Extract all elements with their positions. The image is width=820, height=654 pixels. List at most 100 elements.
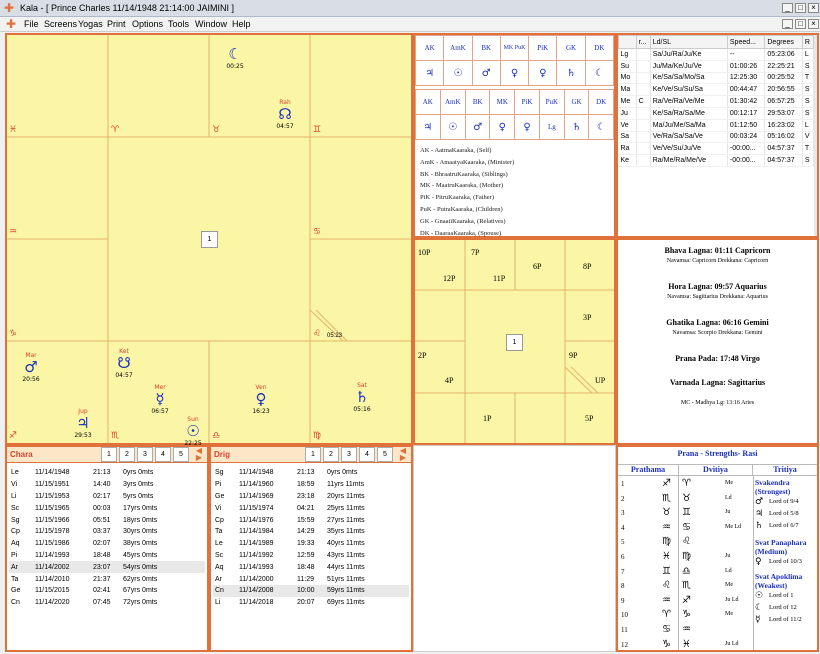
vertical-scrollbar[interactable] [814, 35, 817, 236]
list-item[interactable]: Aq 11/15/1986 02:07 38yrs 0mts [9, 538, 205, 550]
list-cell: 21:13 [297, 469, 315, 477]
list-item[interactable]: Ta 11/14/2010 21:37 62yrs 0mts [9, 573, 205, 585]
col-header[interactable]: Speed... [726, 35, 766, 49]
list-item[interactable]: Ar 11/14/2000 11:29 51yrs 11mts [213, 573, 409, 585]
table-row[interactable]: Ve Ma/Ju/Me/Sa/Ma 01:12:50 16:23:02 L [618, 119, 815, 132]
col-header[interactable]: Ld/SL [649, 35, 728, 49]
col-header[interactable] [618, 35, 637, 49]
list-item[interactable]: Sg 11/14/1948 21:13 0yrs 0mts [213, 467, 409, 479]
list-item[interactable]: Ar 11/14/2002 23:07 54yrs 0mts [9, 561, 205, 574]
list-cell: 11/14/1948 [239, 469, 274, 477]
house-chart[interactable]: 10P 7P 6P 8P 12P 11P 3P 2P 9P 4P UP 1P 5… [413, 238, 616, 445]
mars-planet[interactable]: Mar ♂ 20:56 [19, 351, 43, 384]
maximize-button[interactable]: □ [795, 3, 806, 13]
list-item[interactable]: Cn 11/14/2020 07:45 72yrs 0mts [9, 597, 205, 609]
menu-tools[interactable]: Tools [168, 19, 189, 29]
table-row[interactable]: Ma Ke/Ve/Su/Su/Sa 00:44:47 20:56:55 S [618, 83, 815, 97]
jupiter-planet[interactable]: Jup ♃ 29:53 [71, 407, 95, 440]
table-cell: Ju [618, 107, 637, 120]
list-item[interactable]: Le 11/14/1948 21:13 0yrs 0mts [9, 467, 205, 479]
list-item[interactable]: Le 11/14/1989 19:33 40yrs 11mts [213, 538, 409, 550]
list-item[interactable]: Cp 11/15/1978 03:37 30yrs 0mts [9, 526, 205, 538]
close-button[interactable]: × [808, 3, 819, 13]
list-cell: 11/14/2020 [35, 599, 70, 607]
list-item[interactable]: Pi 11/14/1960 18:59 11yrs 11mts [213, 479, 409, 491]
chart-center-box: 1 [201, 231, 218, 248]
ketu-planet[interactable]: Ket ☋ 04:57 [112, 347, 136, 380]
menu-screens[interactable]: Screens [44, 19, 77, 29]
menu-window[interactable]: Window [195, 19, 227, 29]
table-row[interactable]: Mo Ke/Sa/Sa/Mo/Sa 12:25:30 00:25:52 T [618, 72, 815, 85]
list-item[interactable]: Ge 11/15/2015 02:41 67yrs 0mts [9, 585, 205, 597]
list-item[interactable]: Ta 11/14/1984 14:29 35yrs 11mts [213, 526, 409, 538]
list-item[interactable]: Li 11/14/2018 20:07 69yrs 11mts [213, 597, 409, 609]
list-item[interactable]: Vi 11/15/1974 04:21 25yrs 11mts [213, 502, 409, 514]
sign-taurus: ♉ [212, 125, 221, 135]
chara-page-5[interactable]: 5 [173, 447, 189, 462]
moon-planet[interactable]: ☾ 00:25 [223, 47, 247, 71]
minimize-button[interactable]: _ [782, 3, 793, 13]
table-row[interactable]: Me C Ra/Ve/Ra/Ve/Me 01:30:42 06:57:25 S [618, 95, 815, 108]
table-row[interactable]: Ke Ra/Me/Ra/Me/Ve -00:00... 04:57:37 S [618, 154, 815, 167]
list-item[interactable]: Ge 11/14/1969 23:18 20yrs 11mts [213, 491, 409, 503]
list-item[interactable]: Cp 11/14/1976 15:59 27yrs 11mts [213, 514, 409, 526]
rasi-chart[interactable]: ♓ ♈ ♉ ♊ ♒ ♋ ♑ ♌ ♐ ♏ ♎ ♍ 1 ☾ 00:25 Rah ☊ … [5, 33, 413, 448]
table-row[interactable]: Lg Sa/Ju/Ra/Ju/Ke -- 05:23:06 L [618, 48, 815, 61]
col-header[interactable]: R [801, 35, 815, 49]
list-item[interactable]: Sg 11/15/1966 05:51 18yrs 0mts [9, 514, 205, 526]
list-item[interactable]: Sc 11/15/1965 00:03 17yrs 0mts [9, 502, 205, 514]
col-header[interactable]: Degrees [764, 35, 803, 49]
jupiter-icon: ♃ [415, 114, 441, 140]
list-item[interactable]: Cn 11/14/2008 10:00 59yrs 11mts [213, 584, 409, 597]
list-item[interactable]: Li 11/15/1953 02:17 5yrs 0mts [9, 491, 205, 503]
sign-capricorn: ♑ [9, 329, 18, 339]
medium-list: ♀ Lord of 10/3 [755, 556, 817, 568]
menu-yogas[interactable]: Yogas [78, 19, 103, 29]
chara-page-2[interactable]: 2 [119, 447, 135, 462]
saturn-planet[interactable]: Sat ♄ 05:16 [350, 381, 374, 414]
list-item[interactable]: Sc 11/14/1992 12:59 43yrs 11mts [213, 550, 409, 562]
planet-table[interactable]: r... Ld/SL Speed... Degrees R Lg Sa/Ju/Ra… [618, 35, 815, 167]
house-4p: 4P [445, 376, 454, 385]
table-row[interactable]: Su Ju/Ma/Ke/Ju/Ve 01:00:26 22:25:21 S [618, 60, 815, 73]
menu-options[interactable]: Options [132, 19, 163, 29]
sun-icon: ☉ [186, 422, 200, 440]
dvitiya-sign-icon: ♍ [682, 550, 691, 562]
child-restore-button[interactable]: □ [795, 19, 806, 29]
child-minimize-button[interactable]: _ [782, 19, 793, 29]
menu-help[interactable]: Help [232, 19, 251, 29]
list-cell: 54yrs 0mts [121, 561, 205, 574]
drig-page-3[interactable]: 3 [341, 447, 357, 462]
table-row[interactable]: Ju Ke/Sa/Ra/Sa/Me 00:12:17 29:53:07 S [618, 107, 815, 120]
menu-file[interactable]: File [24, 19, 39, 29]
list-item[interactable]: Aq 11/14/1993 18:48 44yrs 11mts [213, 561, 409, 573]
venus-planet[interactable]: Ven ♀ 16:23 [249, 383, 273, 416]
child-close-button[interactable]: × [808, 19, 819, 29]
planet-icon: ☾ [755, 603, 764, 613]
chara-table[interactable]: Le 11/14/1948 21:13 0yrs 0mts Vi 11/15/1951 14… [9, 467, 205, 609]
table-row[interactable]: Sa Ve/Ra/Sa/Sa/Ve 00:03:24 05:16:02 V [618, 131, 815, 144]
chara-page-1[interactable]: 1 [101, 447, 117, 462]
mercury-planet[interactable]: Mer ☿ 06:57 [148, 383, 172, 416]
drig-page-1[interactable]: 1 [305, 447, 321, 462]
chara-nav-arrows-icon[interactable]: ◀ ▶ [191, 447, 207, 462]
drig-page-5[interactable]: 5 [377, 447, 393, 462]
drig-title: Drig [214, 450, 230, 459]
chara-page-4[interactable]: 4 [155, 447, 171, 462]
drig-page-4[interactable]: 4 [359, 447, 375, 462]
col-header[interactable]: r... [635, 35, 651, 49]
rahu-planet[interactable]: Rah ☊ 04:57 [273, 98, 297, 131]
table-row[interactable]: Ra Ve/Ve/Su/Ju/Ve -00:00... 04:57:37 T [618, 142, 815, 156]
mars-icon: ♂ [464, 114, 491, 140]
drig-nav-arrows-icon[interactable]: ◀ ▶ [395, 447, 411, 462]
table-cell: 20:56:55 [764, 83, 803, 97]
list-item[interactable]: Vi 11/15/1951 14:40 3yrs 0mts [9, 479, 205, 491]
sun-planet[interactable]: Sun ☉ 22:25 [181, 415, 205, 448]
drig-page-2[interactable]: 2 [323, 447, 339, 462]
list-item[interactable]: Pi 11/14/1993 18:48 45yrs 0mts [9, 550, 205, 562]
menu-print[interactable]: Print [107, 19, 126, 29]
list-cell: 5yrs 0mts [123, 492, 154, 500]
chara-page-3[interactable]: 3 [137, 447, 153, 462]
drig-table[interactable]: Sg 11/14/1948 21:13 0yrs 0mts Pi 11/14/1960 18… [213, 467, 409, 609]
list-cell: 18:59 [297, 481, 315, 489]
